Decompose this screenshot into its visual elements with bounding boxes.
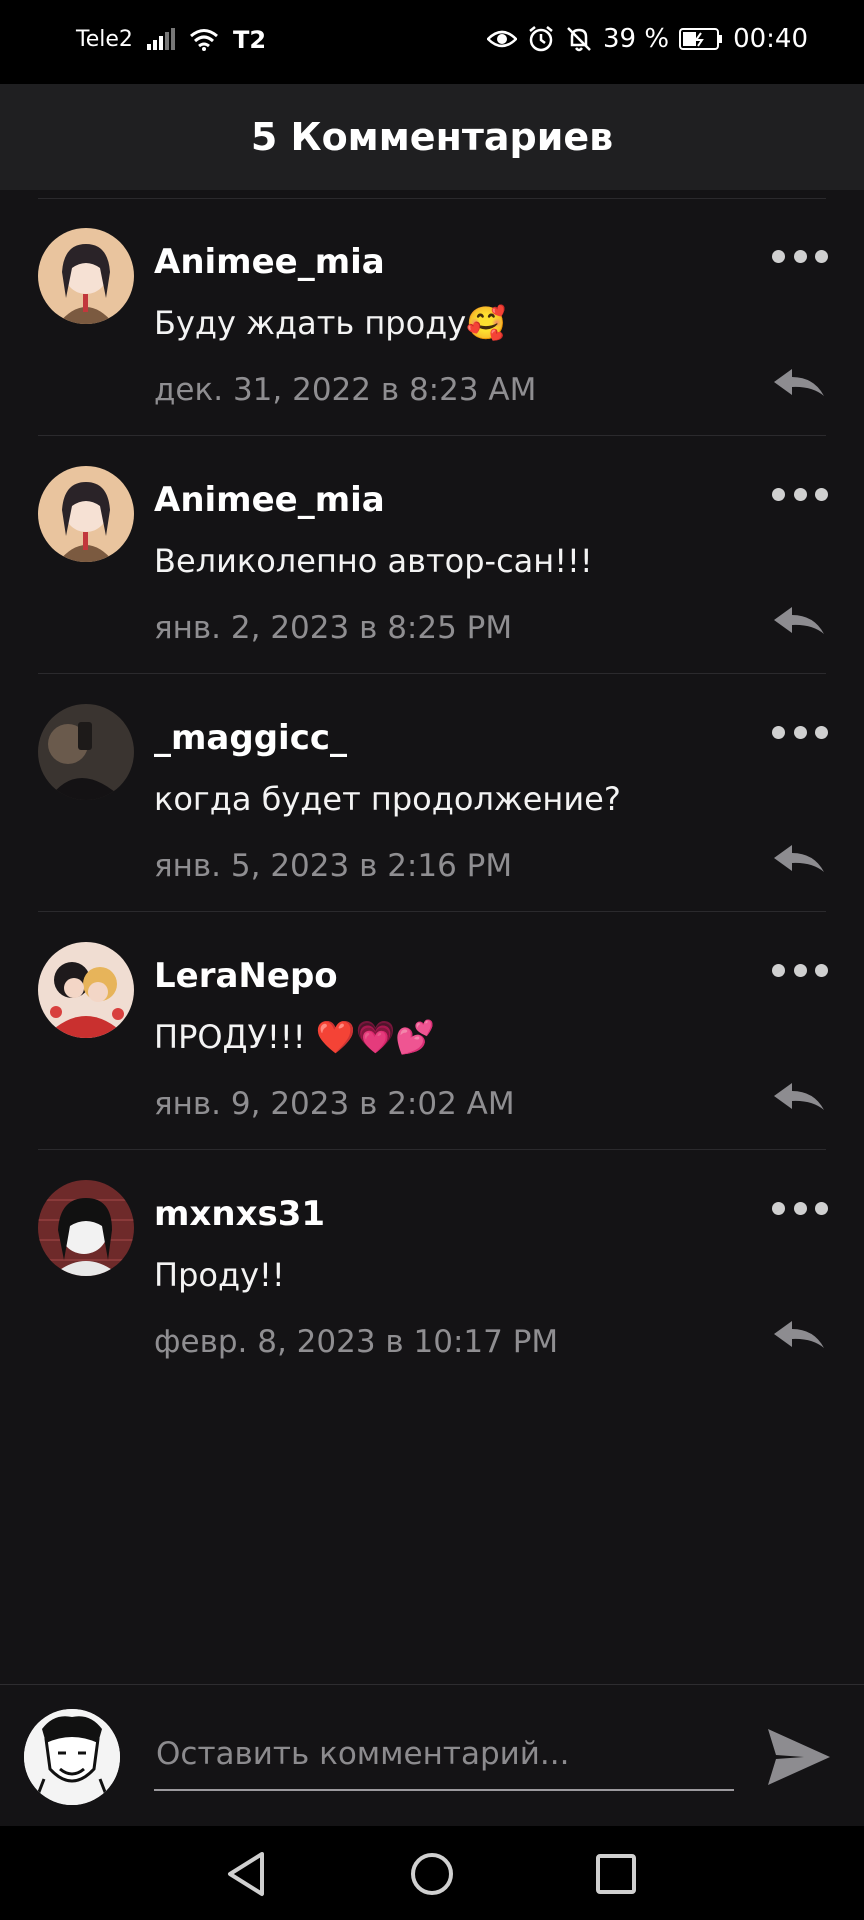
comment-timestamp: янв. 2, 2023 в 8:25 PM (154, 610, 513, 646)
clock: 00:40 (733, 24, 808, 54)
avatar[interactable] (38, 1180, 134, 1276)
comment-text: ПРОДУ!!! ❤️💗💕 (154, 1018, 436, 1056)
status-bar: Tele2 T2 39 % 00:40 (0, 0, 864, 84)
comment-item: LeraNepo ПРОДУ!!! ❤️💗💕 янв. 9, 2023 в 2:… (0, 912, 864, 1150)
comment-item: Animee_mia Буду ждать проду🥰 дек. 31, 20… (0, 198, 864, 436)
more-icon[interactable] (772, 1194, 828, 1222)
comment-item: mxnxs31 Проду!! февр. 8, 2023 в 10:17 PM (0, 1150, 864, 1388)
more-icon[interactable] (772, 480, 828, 508)
avatar[interactable] (38, 228, 134, 324)
send-icon[interactable] (764, 1725, 834, 1789)
avatar[interactable] (38, 942, 134, 1038)
reply-icon[interactable] (772, 1080, 826, 1116)
comment-timestamp: янв. 9, 2023 в 2:02 AM (154, 1086, 515, 1122)
reply-icon[interactable] (772, 604, 826, 640)
back-icon[interactable] (220, 1846, 276, 1902)
t2-logo-icon: T2 (233, 26, 265, 52)
user-avatar[interactable] (24, 1709, 120, 1805)
more-icon[interactable] (772, 718, 828, 746)
wifi-icon (189, 27, 219, 51)
comment-author[interactable]: _maggicc_ (154, 718, 347, 758)
more-icon[interactable] (772, 956, 828, 984)
reply-icon[interactable] (772, 1318, 826, 1354)
comment-timestamp: дек. 31, 2022 в 8:23 AM (154, 372, 537, 408)
comment-text: Великолепно автор-сан!!! (154, 542, 593, 580)
comment-timestamp: февр. 8, 2023 в 10:17 PM (154, 1324, 559, 1360)
battery-icon (679, 27, 723, 51)
bell-off-icon (565, 25, 593, 53)
comment-text: когда будет продолжение? (154, 780, 621, 818)
comment-text: Проду!! (154, 1256, 285, 1294)
alarm-icon (527, 25, 555, 53)
comment-author[interactable]: mxnxs31 (154, 1194, 325, 1234)
battery-percent: 39 % (603, 24, 670, 54)
home-icon[interactable] (404, 1846, 460, 1902)
system-navigation-bar (0, 1826, 864, 1920)
comment-input[interactable] (154, 1725, 738, 1783)
carrier-name: Tele2 (76, 26, 133, 52)
recents-icon[interactable] (588, 1846, 644, 1902)
avatar[interactable] (38, 466, 134, 562)
reply-icon[interactable] (772, 842, 826, 878)
more-icon[interactable] (772, 242, 828, 270)
reply-icon[interactable] (772, 366, 826, 402)
comment-item: _maggicc_ когда будет продолжение? янв. … (0, 674, 864, 912)
comment-timestamp: янв. 5, 2023 в 2:16 PM (154, 848, 513, 884)
avatar[interactable] (38, 704, 134, 800)
comment-item: Animee_mia Великолепно автор-сан!!! янв.… (0, 436, 864, 674)
comments-header: 5 Комментариев (0, 84, 864, 190)
signal-icon (146, 28, 175, 50)
comment-author[interactable]: Animee_mia (154, 480, 385, 520)
comment-input-wrapper (154, 1725, 738, 1791)
comment-composer (0, 1684, 864, 1827)
page-title: 5 Комментариев (250, 115, 614, 159)
comment-text: Буду ждать проду🥰 (154, 304, 507, 342)
comment-author[interactable]: LeraNepo (154, 956, 338, 996)
svg-text:T2: T2 (233, 26, 265, 52)
comment-author[interactable]: Animee_mia (154, 242, 385, 282)
eye-icon (487, 28, 517, 50)
